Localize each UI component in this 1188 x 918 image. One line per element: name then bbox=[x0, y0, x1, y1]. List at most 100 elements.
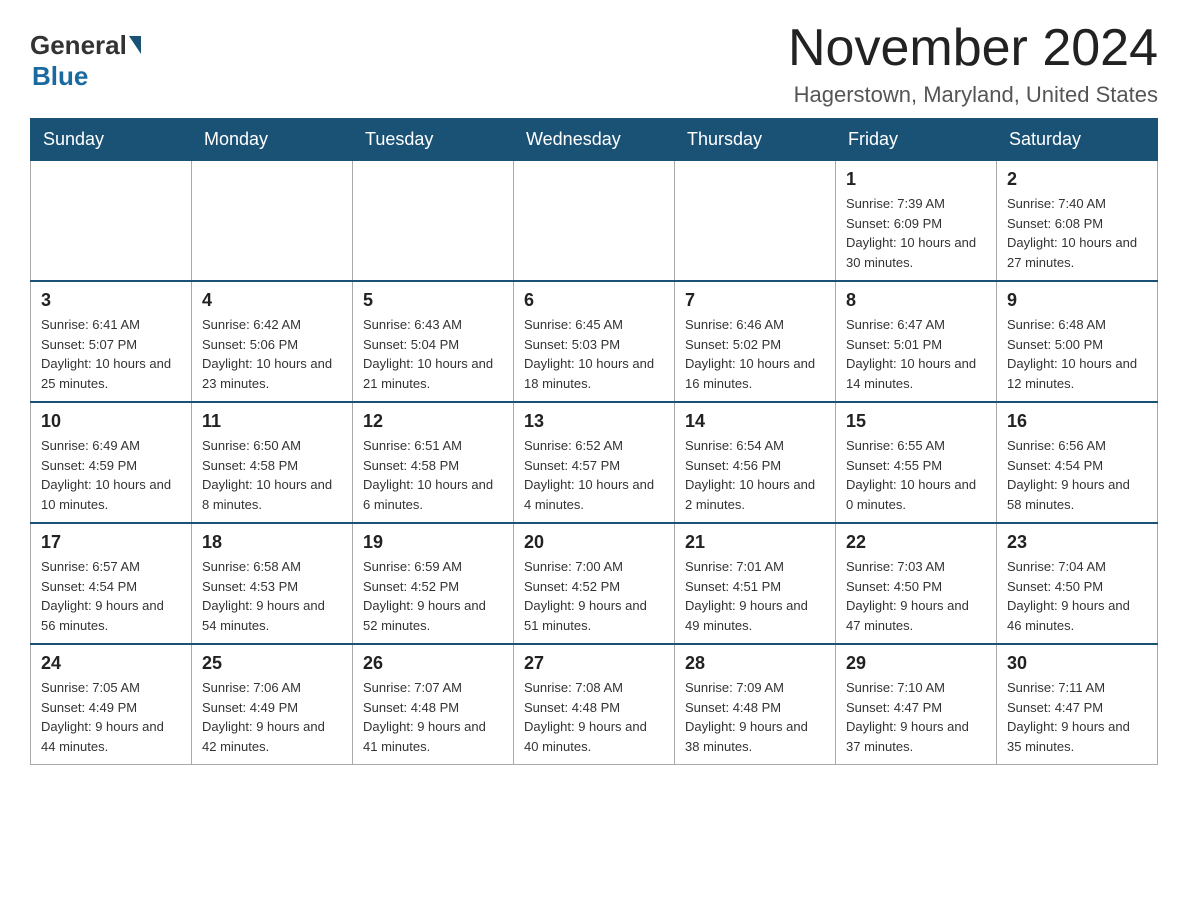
day-number: 20 bbox=[524, 532, 664, 553]
calendar-cell: 1 Sunrise: 7:39 AMSunset: 6:09 PMDaylight… bbox=[836, 161, 997, 282]
day-info: Sunrise: 7:11 AMSunset: 4:47 PMDaylight:… bbox=[1007, 678, 1147, 756]
calendar-cell: 8 Sunrise: 6:47 AMSunset: 5:01 PMDaylight… bbox=[836, 281, 997, 402]
day-number: 29 bbox=[846, 653, 986, 674]
calendar-week-row: 24 Sunrise: 7:05 AMSunset: 4:49 PMDayligh… bbox=[31, 644, 1158, 765]
day-info: Sunrise: 6:46 AMSunset: 5:02 PMDaylight:… bbox=[685, 315, 825, 393]
day-info: Sunrise: 6:50 AMSunset: 4:58 PMDaylight:… bbox=[202, 436, 342, 514]
day-info: Sunrise: 7:06 AMSunset: 4:49 PMDaylight:… bbox=[202, 678, 342, 756]
calendar-header-row: SundayMondayTuesdayWednesdayThursdayFrid… bbox=[31, 119, 1158, 161]
day-info: Sunrise: 6:56 AMSunset: 4:54 PMDaylight:… bbox=[1007, 436, 1147, 514]
day-number: 18 bbox=[202, 532, 342, 553]
calendar-table: SundayMondayTuesdayWednesdayThursdayFrid… bbox=[30, 118, 1158, 765]
title-area: November 2024 Hagerstown, Maryland, Unit… bbox=[788, 20, 1158, 108]
day-number: 21 bbox=[685, 532, 825, 553]
day-info: Sunrise: 7:07 AMSunset: 4:48 PMDaylight:… bbox=[363, 678, 503, 756]
day-info: Sunrise: 6:57 AMSunset: 4:54 PMDaylight:… bbox=[41, 557, 181, 635]
day-number: 23 bbox=[1007, 532, 1147, 553]
calendar-header-saturday: Saturday bbox=[997, 119, 1158, 161]
page-header: General Blue November 2024 Hagerstown, M… bbox=[30, 20, 1158, 108]
calendar-cell: 22 Sunrise: 7:03 AMSunset: 4:50 PMDayligh… bbox=[836, 523, 997, 644]
day-info: Sunrise: 7:03 AMSunset: 4:50 PMDaylight:… bbox=[846, 557, 986, 635]
day-number: 6 bbox=[524, 290, 664, 311]
day-number: 30 bbox=[1007, 653, 1147, 674]
calendar-cell: 16 Sunrise: 6:56 AMSunset: 4:54 PMDayligh… bbox=[997, 402, 1158, 523]
day-info: Sunrise: 7:09 AMSunset: 4:48 PMDaylight:… bbox=[685, 678, 825, 756]
day-number: 27 bbox=[524, 653, 664, 674]
calendar-cell: 28 Sunrise: 7:09 AMSunset: 4:48 PMDayligh… bbox=[675, 644, 836, 765]
day-number: 14 bbox=[685, 411, 825, 432]
calendar-header-sunday: Sunday bbox=[31, 119, 192, 161]
calendar-header-tuesday: Tuesday bbox=[353, 119, 514, 161]
calendar-cell bbox=[675, 161, 836, 282]
logo-blue-text: Blue bbox=[32, 61, 88, 92]
day-info: Sunrise: 6:55 AMSunset: 4:55 PMDaylight:… bbox=[846, 436, 986, 514]
month-title: November 2024 bbox=[788, 20, 1158, 77]
day-number: 4 bbox=[202, 290, 342, 311]
day-number: 19 bbox=[363, 532, 503, 553]
calendar-cell: 14Sunrise: 6:54 AMSunset: 4:56 PMDayligh… bbox=[675, 402, 836, 523]
location-title: Hagerstown, Maryland, United States bbox=[788, 82, 1158, 108]
day-info: Sunrise: 7:39 AMSunset: 6:09 PMDaylight:… bbox=[846, 194, 986, 272]
calendar-cell: 17 Sunrise: 6:57 AMSunset: 4:54 PMDayligh… bbox=[31, 523, 192, 644]
day-number: 2 bbox=[1007, 169, 1147, 190]
day-number: 11 bbox=[202, 411, 342, 432]
day-number: 17 bbox=[41, 532, 181, 553]
logo-general-text: General bbox=[30, 30, 127, 61]
day-number: 22 bbox=[846, 532, 986, 553]
day-number: 3 bbox=[41, 290, 181, 311]
calendar-cell: 6Sunrise: 6:45 AMSunset: 5:03 PMDaylight… bbox=[514, 281, 675, 402]
day-number: 15 bbox=[846, 411, 986, 432]
calendar-cell: 18 Sunrise: 6:58 AMSunset: 4:53 PMDayligh… bbox=[192, 523, 353, 644]
day-info: Sunrise: 6:47 AMSunset: 5:01 PMDaylight:… bbox=[846, 315, 986, 393]
day-number: 13 bbox=[524, 411, 664, 432]
day-info: Sunrise: 7:08 AMSunset: 4:48 PMDaylight:… bbox=[524, 678, 664, 756]
calendar-cell: 25 Sunrise: 7:06 AMSunset: 4:49 PMDayligh… bbox=[192, 644, 353, 765]
day-number: 16 bbox=[1007, 411, 1147, 432]
calendar-cell: 27 Sunrise: 7:08 AMSunset: 4:48 PMDayligh… bbox=[514, 644, 675, 765]
day-info: Sunrise: 7:40 AMSunset: 6:08 PMDaylight:… bbox=[1007, 194, 1147, 272]
day-info: Sunrise: 7:10 AMSunset: 4:47 PMDaylight:… bbox=[846, 678, 986, 756]
calendar-cell bbox=[514, 161, 675, 282]
calendar-cell: 24 Sunrise: 7:05 AMSunset: 4:49 PMDayligh… bbox=[31, 644, 192, 765]
day-info: Sunrise: 6:52 AMSunset: 4:57 PMDaylight:… bbox=[524, 436, 664, 514]
day-number: 25 bbox=[202, 653, 342, 674]
calendar-header-friday: Friday bbox=[836, 119, 997, 161]
calendar-week-row: 1 Sunrise: 7:39 AMSunset: 6:09 PMDaylight… bbox=[31, 161, 1158, 282]
day-info: Sunrise: 6:42 AMSunset: 5:06 PMDaylight:… bbox=[202, 315, 342, 393]
day-number: 26 bbox=[363, 653, 503, 674]
day-info: Sunrise: 7:01 AMSunset: 4:51 PMDaylight:… bbox=[685, 557, 825, 635]
day-info: Sunrise: 6:59 AMSunset: 4:52 PMDaylight:… bbox=[363, 557, 503, 635]
calendar-header-monday: Monday bbox=[192, 119, 353, 161]
calendar-cell: 23 Sunrise: 7:04 AMSunset: 4:50 PMDayligh… bbox=[997, 523, 1158, 644]
day-info: Sunrise: 6:58 AMSunset: 4:53 PMDaylight:… bbox=[202, 557, 342, 635]
day-number: 12 bbox=[363, 411, 503, 432]
calendar-week-row: 3 Sunrise: 6:41 AMSunset: 5:07 PMDaylight… bbox=[31, 281, 1158, 402]
day-number: 1 bbox=[846, 169, 986, 190]
calendar-cell: 2 Sunrise: 7:40 AMSunset: 6:08 PMDaylight… bbox=[997, 161, 1158, 282]
calendar-header-wednesday: Wednesday bbox=[514, 119, 675, 161]
calendar-cell: 26 Sunrise: 7:07 AMSunset: 4:48 PMDayligh… bbox=[353, 644, 514, 765]
calendar-cell: 3 Sunrise: 6:41 AMSunset: 5:07 PMDaylight… bbox=[31, 281, 192, 402]
day-info: Sunrise: 6:48 AMSunset: 5:00 PMDaylight:… bbox=[1007, 315, 1147, 393]
calendar-week-row: 10Sunrise: 6:49 AMSunset: 4:59 PMDayligh… bbox=[31, 402, 1158, 523]
day-number: 24 bbox=[41, 653, 181, 674]
day-number: 28 bbox=[685, 653, 825, 674]
day-number: 8 bbox=[846, 290, 986, 311]
calendar-cell: 5Sunrise: 6:43 AMSunset: 5:04 PMDaylight… bbox=[353, 281, 514, 402]
calendar-cell bbox=[31, 161, 192, 282]
day-info: Sunrise: 6:41 AMSunset: 5:07 PMDaylight:… bbox=[41, 315, 181, 393]
day-info: Sunrise: 7:00 AMSunset: 4:52 PMDaylight:… bbox=[524, 557, 664, 635]
calendar-cell: 4 Sunrise: 6:42 AMSunset: 5:06 PMDaylight… bbox=[192, 281, 353, 402]
calendar-cell: 10Sunrise: 6:49 AMSunset: 4:59 PMDayligh… bbox=[31, 402, 192, 523]
day-info: Sunrise: 7:05 AMSunset: 4:49 PMDaylight:… bbox=[41, 678, 181, 756]
day-info: Sunrise: 7:04 AMSunset: 4:50 PMDaylight:… bbox=[1007, 557, 1147, 635]
day-number: 7 bbox=[685, 290, 825, 311]
calendar-cell: 9Sunrise: 6:48 AMSunset: 5:00 PMDaylight… bbox=[997, 281, 1158, 402]
calendar-cell bbox=[192, 161, 353, 282]
calendar-cell: 21 Sunrise: 7:01 AMSunset: 4:51 PMDayligh… bbox=[675, 523, 836, 644]
day-info: Sunrise: 6:49 AMSunset: 4:59 PMDaylight:… bbox=[41, 436, 181, 514]
calendar-cell: 15 Sunrise: 6:55 AMSunset: 4:55 PMDayligh… bbox=[836, 402, 997, 523]
calendar-cell bbox=[353, 161, 514, 282]
calendar-cell: 20 Sunrise: 7:00 AMSunset: 4:52 PMDayligh… bbox=[514, 523, 675, 644]
calendar-cell: 29 Sunrise: 7:10 AMSunset: 4:47 PMDayligh… bbox=[836, 644, 997, 765]
